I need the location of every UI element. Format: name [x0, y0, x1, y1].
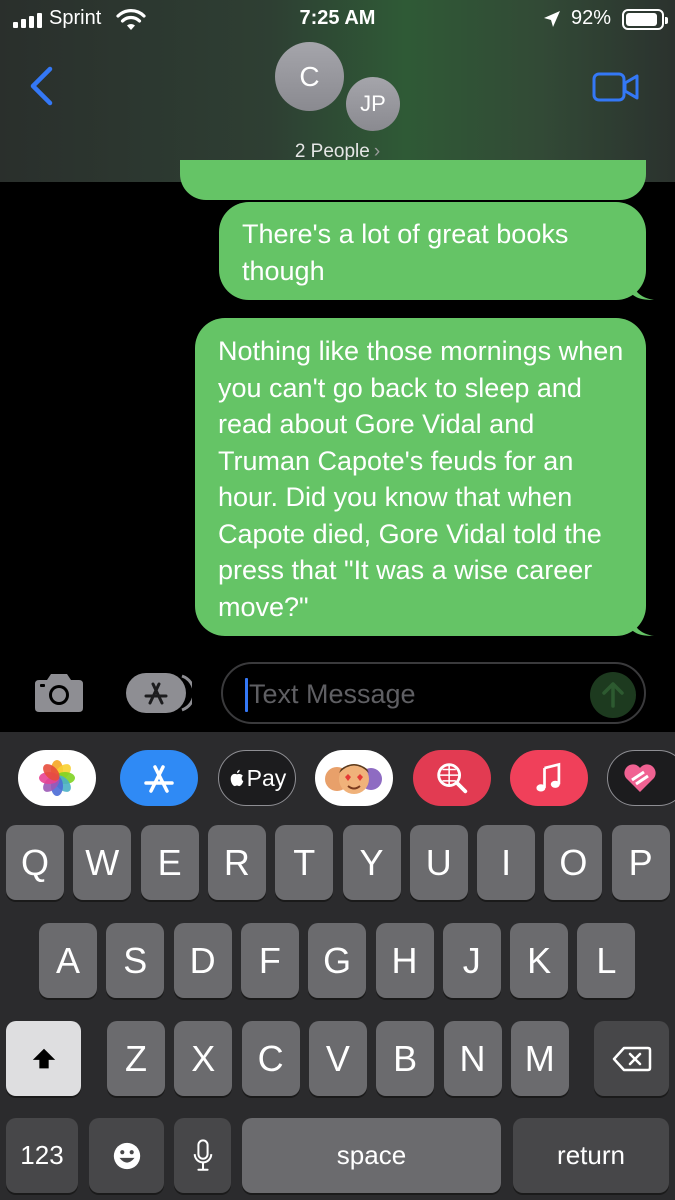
memoji-app[interactable] — [315, 750, 393, 806]
key-v[interactable]: V — [308, 1021, 367, 1096]
key-j[interactable]: J — [442, 923, 501, 998]
emoji-key[interactable] — [89, 1118, 164, 1193]
image-search-app[interactable] — [413, 750, 491, 806]
battery-icon — [622, 9, 668, 30]
camera-icon[interactable] — [31, 670, 87, 716]
music-icon — [536, 762, 561, 792]
keyboard-area: Pay Q W E R T Y U I O P A S D F G H J K … — [0, 732, 675, 1200]
location-icon — [544, 11, 560, 27]
message-input-placeholder: Text Message — [249, 679, 416, 709]
bubble-tail — [632, 614, 654, 636]
key-r[interactable]: R — [207, 825, 266, 900]
heart-icon — [624, 764, 656, 792]
key-w[interactable]: W — [73, 825, 132, 900]
key-l[interactable]: L — [577, 923, 636, 998]
dictation-key[interactable] — [174, 1118, 231, 1193]
search-images-icon — [437, 763, 468, 794]
app-store-icon — [144, 765, 174, 793]
bubble-tail — [632, 278, 654, 300]
apple-pay-label: Pay — [246, 764, 287, 791]
key-m[interactable]: M — [510, 1021, 569, 1096]
status-bar: Sprint 7:25 AM 92% — [0, 6, 675, 34]
app-store-button[interactable] — [124, 672, 192, 714]
avatar-jp[interactable]: JP — [346, 77, 400, 131]
key-q[interactable]: Q — [6, 825, 64, 900]
key-a[interactable]: A — [39, 923, 97, 998]
message-input[interactable]: Text Message — [221, 662, 646, 724]
key-s[interactable]: S — [106, 923, 165, 998]
photos-app[interactable] — [18, 750, 96, 806]
conversation-header: Sprint 7:25 AM 92% C JP 2 People › — [0, 0, 675, 182]
apple-logo-icon — [230, 769, 243, 787]
stickers-app[interactable] — [607, 750, 675, 806]
key-c[interactable]: C — [241, 1021, 300, 1096]
key-i[interactable]: I — [477, 825, 536, 900]
apple-pay-app[interactable]: Pay — [218, 750, 296, 806]
photos-icon — [39, 760, 75, 796]
message-text: There's a lot of great books though — [242, 219, 569, 286]
key-k[interactable]: K — [510, 923, 569, 998]
key-n[interactable]: N — [443, 1021, 502, 1096]
key-g[interactable]: G — [308, 923, 367, 998]
message-bubble[interactable]: Nothing like those mornings when you can… — [195, 318, 654, 636]
key-d[interactable]: D — [173, 923, 232, 998]
video-call-icon[interactable] — [592, 71, 640, 103]
previous-message-bubble[interactable] — [180, 160, 646, 200]
key-b[interactable]: B — [376, 1021, 435, 1096]
microphone-icon — [193, 1138, 212, 1171]
memoji-icon — [325, 764, 382, 794]
battery-percent: 92% — [571, 7, 612, 29]
delete-icon — [612, 1046, 651, 1071]
key-z[interactable]: Z — [107, 1021, 165, 1096]
emoji-icon — [113, 1142, 140, 1169]
key-h[interactable]: H — [375, 923, 434, 998]
message-bubble[interactable]: There's a lot of great books though — [219, 202, 654, 300]
message-text: Nothing like those mornings when you can… — [218, 336, 624, 622]
app-drawer: Pay — [0, 732, 675, 824]
space-key[interactable]: space — [242, 1118, 501, 1193]
key-e[interactable]: E — [140, 825, 199, 900]
back-chevron-icon[interactable] — [26, 66, 58, 106]
numbers-key[interactable]: 123 — [6, 1118, 78, 1193]
key-f[interactable]: F — [240, 923, 299, 998]
send-arrow-icon — [602, 682, 624, 708]
return-key[interactable]: return — [513, 1118, 669, 1193]
key-p[interactable]: P — [611, 825, 670, 900]
app-store-app[interactable] — [120, 750, 198, 806]
shift-icon — [32, 1048, 55, 1068]
key-o[interactable]: O — [544, 825, 603, 900]
send-button[interactable] — [590, 672, 636, 718]
key-x[interactable]: X — [174, 1021, 233, 1096]
key-y[interactable]: Y — [342, 825, 401, 900]
delete-key[interactable] — [594, 1021, 669, 1096]
key-u[interactable]: U — [409, 825, 468, 900]
music-app[interactable] — [510, 750, 588, 806]
shift-key[interactable] — [6, 1021, 81, 1096]
key-t[interactable]: T — [275, 825, 334, 900]
text-cursor — [245, 678, 248, 712]
participants-label: 2 People — [294, 141, 370, 162]
chevron-right-icon: › — [373, 141, 381, 162]
avatar-c[interactable]: C — [275, 42, 344, 111]
